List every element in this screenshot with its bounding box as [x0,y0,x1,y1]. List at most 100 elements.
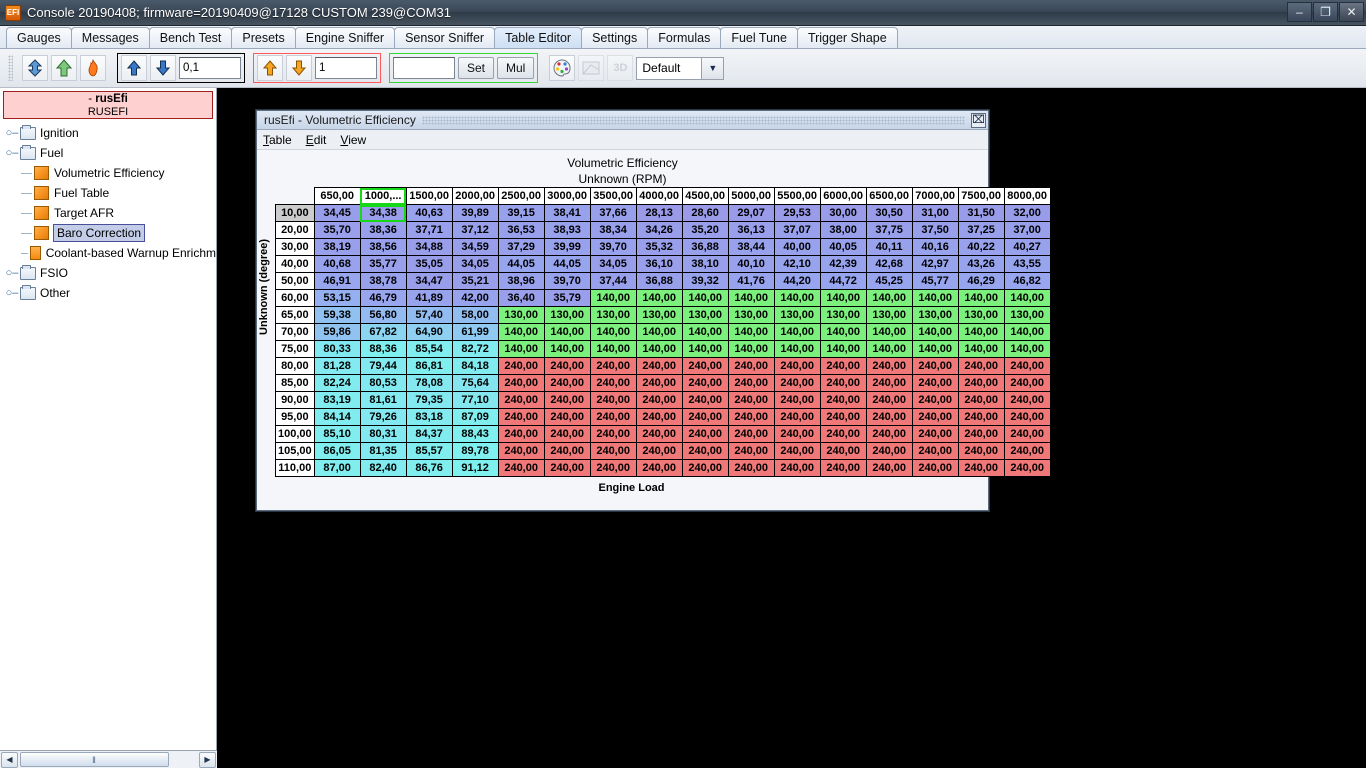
row-header[interactable]: 20,00 [275,221,315,239]
table-cell[interactable]: 42,97 [911,255,959,273]
table-cell[interactable]: 40,05 [819,238,867,256]
table-cell[interactable]: 240,00 [911,391,959,409]
expander-icon[interactable]: ○– [4,267,20,279]
table-cell[interactable]: 140,00 [1003,340,1051,358]
table-cell[interactable]: 240,00 [1003,442,1051,460]
table-cell[interactable]: 84,37 [405,425,453,443]
table-cell[interactable]: 240,00 [589,391,637,409]
table-cell[interactable]: 38,36 [359,221,407,239]
table-cell[interactable]: 31,50 [957,204,1005,222]
column-header[interactable]: 6500,00 [865,187,913,205]
table-cell[interactable]: 39,15 [497,204,545,222]
row-header[interactable]: 50,00 [275,272,315,290]
table-cell[interactable]: 140,00 [819,289,867,307]
table-cell[interactable]: 84,14 [313,408,361,426]
table-cell[interactable]: 240,00 [497,442,545,460]
preset-select[interactable]: Default ▼ [636,56,725,80]
table-cell[interactable]: 38,44 [727,238,775,256]
table-cell[interactable]: 240,00 [957,425,1005,443]
table-cell[interactable]: 44,20 [773,272,821,290]
table-cell[interactable]: 77,10 [451,391,499,409]
table-cell[interactable]: 240,00 [497,374,545,392]
column-header[interactable]: 3500,00 [589,187,637,205]
table-cell[interactable]: 140,00 [865,323,913,341]
table-cell[interactable]: 29,07 [727,204,775,222]
row-header[interactable]: 110,00 [275,459,315,477]
table-cell[interactable]: 240,00 [865,425,913,443]
table-cell[interactable]: 81,61 [359,391,407,409]
table-cell[interactable]: 240,00 [589,442,637,460]
table-cell[interactable]: 240,00 [957,391,1005,409]
table-cell[interactable]: 140,00 [497,323,545,341]
upload-arrow-icon[interactable] [51,55,77,81]
table-cell[interactable]: 43,26 [957,255,1005,273]
table-cell[interactable]: 130,00 [911,306,959,324]
tab-sensor-sniffer[interactable]: Sensor Sniffer [394,27,496,48]
table-cell[interactable]: 37,07 [773,221,821,239]
table-cell[interactable]: 130,00 [635,306,683,324]
maximize-button[interactable]: ❐ [1313,2,1338,22]
table-cell[interactable]: 240,00 [819,408,867,426]
table-cell[interactable]: 240,00 [911,459,959,477]
table-cell[interactable]: 240,00 [727,408,775,426]
column-header[interactable]: 7500,00 [957,187,1005,205]
table-cell[interactable]: 140,00 [865,340,913,358]
table-cell[interactable]: 42,00 [451,289,499,307]
table-cell[interactable]: 140,00 [589,289,637,307]
table-cell[interactable]: 240,00 [1003,357,1051,375]
table-cell[interactable]: 240,00 [819,391,867,409]
table-cell[interactable]: 140,00 [957,340,1005,358]
table-cell[interactable]: 240,00 [543,459,591,477]
table-cell[interactable]: 130,00 [819,306,867,324]
table-cell[interactable]: 41,76 [727,272,775,290]
tab-engine-sniffer[interactable]: Engine Sniffer [294,27,396,48]
table-cell[interactable]: 34,26 [635,221,683,239]
table-cell[interactable]: 46,82 [1003,272,1051,290]
table-cell[interactable]: 40,16 [911,238,959,256]
table-cell[interactable]: 40,11 [865,238,913,256]
table-cell[interactable]: 140,00 [635,340,683,358]
table-cell[interactable]: 140,00 [635,289,683,307]
tab-messages[interactable]: Messages [70,27,150,48]
table-cell[interactable]: 61,99 [451,323,499,341]
table-cell[interactable]: 140,00 [681,289,729,307]
column-header[interactable]: 6000,00 [819,187,867,205]
table-cell[interactable]: 36,88 [681,238,729,256]
sidebar-horizontal-scrollbar[interactable]: ◀ ‖ ▶ [0,750,217,768]
table-cell[interactable]: 130,00 [773,306,821,324]
tab-settings[interactable]: Settings [581,27,649,48]
table-cell[interactable]: 130,00 [865,306,913,324]
table-cell[interactable]: 140,00 [727,340,775,358]
table-cell[interactable]: 87,09 [451,408,499,426]
table-cell[interactable]: 85,10 [313,425,361,443]
table-cell[interactable]: 130,00 [727,306,775,324]
table-cell[interactable]: 240,00 [497,391,545,409]
table-cell[interactable]: 59,38 [313,306,361,324]
burn-flame-icon[interactable] [80,55,106,81]
table-cell[interactable]: 38,10 [681,255,729,273]
table-cell[interactable]: 140,00 [773,323,821,341]
table-cell[interactable]: 240,00 [911,442,959,460]
table-cell[interactable]: 240,00 [635,357,683,375]
table-cell[interactable]: 140,00 [543,323,591,341]
table-cell[interactable]: 37,00 [1003,221,1051,239]
table-cell[interactable]: 44,05 [497,255,545,273]
sidebar-item-ignition[interactable]: ○– Ignition [4,123,216,143]
tab-table-editor[interactable]: Table Editor [494,27,583,48]
table-cell[interactable]: 240,00 [543,408,591,426]
internal-close-icon[interactable]: ⌧ [971,112,986,128]
table-cell[interactable]: 240,00 [635,425,683,443]
color-palette-icon[interactable] [549,55,576,81]
table-cell[interactable]: 240,00 [865,459,913,477]
table-cell[interactable]: 40,00 [773,238,821,256]
table-cell[interactable]: 56,80 [359,306,407,324]
table-cell[interactable]: 240,00 [681,357,729,375]
row-header[interactable]: 95,00 [275,408,315,426]
column-header[interactable]: 4000,00 [635,187,683,205]
table-cell[interactable]: 39,99 [543,238,591,256]
table-cell[interactable]: 240,00 [681,408,729,426]
table-cell[interactable]: 240,00 [727,357,775,375]
expander-icon[interactable]: ○– [4,287,20,299]
table-cell[interactable]: 240,00 [635,391,683,409]
sidebar-item-other[interactable]: ○– Other [4,283,216,303]
